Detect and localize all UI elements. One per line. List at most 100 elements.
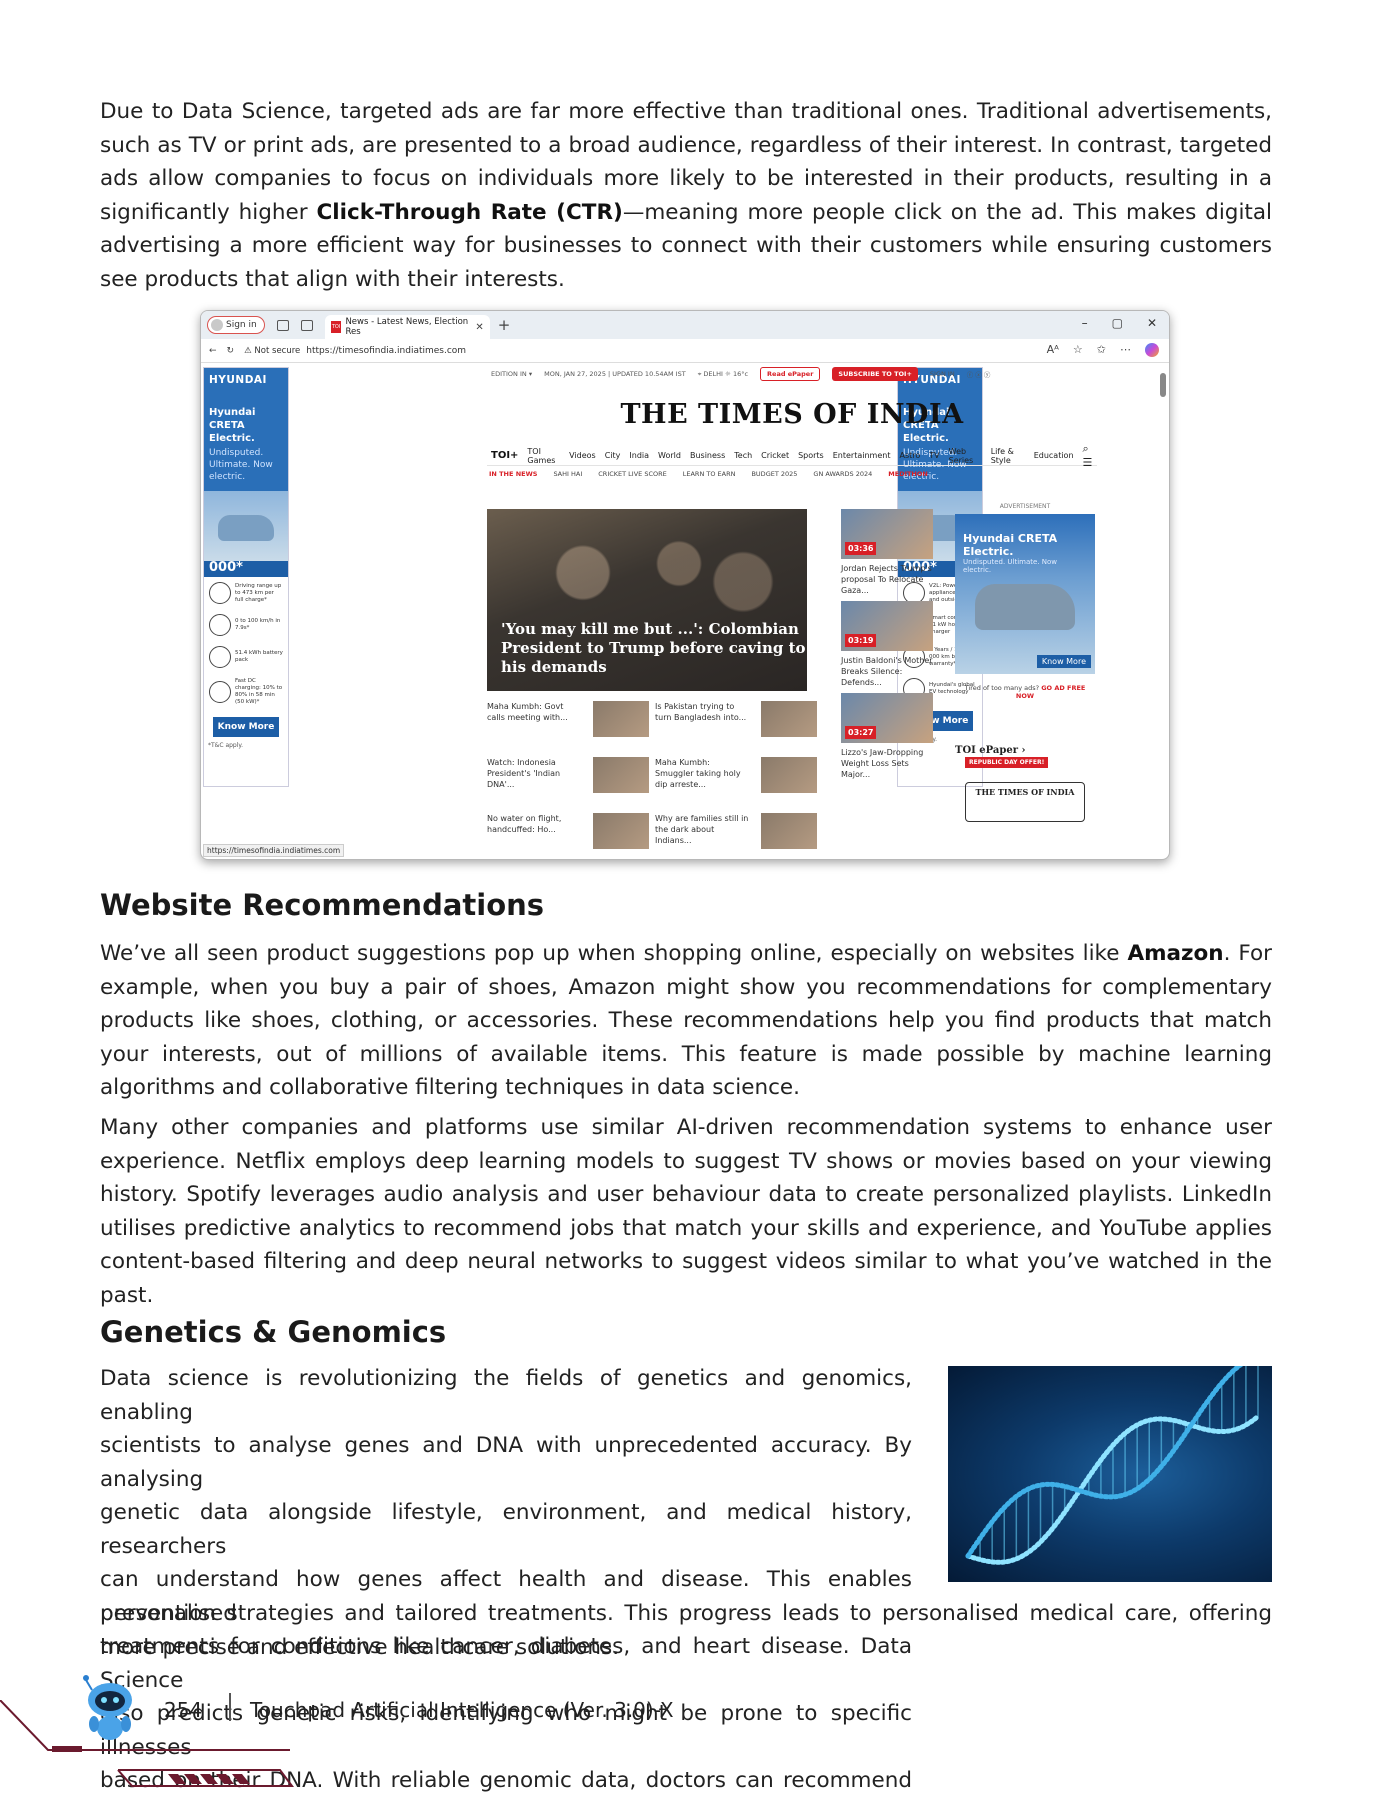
rec-text-1: We’ve all seen product suggestions pop u…: [100, 941, 1128, 966]
subnav-item[interactable]: GN AWARDS 2024: [813, 470, 872, 478]
toi-sign-in-link[interactable]: SIGN IN: [930, 370, 955, 378]
subscribe-button[interactable]: SUBSCRIBE TO TOI+: [832, 367, 918, 381]
nav-item[interactable]: Entertainment: [833, 451, 891, 460]
mini-story[interactable]: Why are families still in the dark about…: [655, 813, 817, 857]
nav-item[interactable]: Tech: [734, 451, 752, 460]
mini-story[interactable]: Maha Kumbh: Smuggler taking holy dip arr…: [655, 757, 817, 801]
car-image: [204, 491, 288, 561]
subnav-item[interactable]: CRICKET LIVE SCORE: [598, 470, 666, 478]
mini-story[interactable]: Maha Kumbh: Govt calls meeting with...: [487, 701, 649, 745]
maximize-icon[interactable]: ▢: [1112, 316, 1123, 330]
toi-plus-logo[interactable]: TOI+: [491, 450, 518, 461]
close-window-icon[interactable]: ✕: [1147, 316, 1157, 330]
hero-story[interactable]: 'You may kill me but ...': Colombian Pre…: [487, 509, 807, 691]
favorite-star-icon[interactable]: ☆: [1073, 343, 1083, 357]
genetics-paragraph-wide: prevention strategies and tailored treat…: [100, 1601, 1272, 1660]
heading-genetics-genomics: Genetics & Genomics: [100, 1315, 447, 1349]
tab-actions-icon[interactable]: [300, 319, 313, 331]
nav-item[interactable]: Sports: [798, 451, 824, 460]
window-controls: – ▢ ✕: [1082, 316, 1157, 330]
search-menu-icon[interactable]: ⌕ ☰: [1083, 442, 1097, 469]
copilot-icon[interactable]: [1145, 343, 1159, 357]
video-story[interactable]: 03:19 Justin Baldoni's Mother Breaks Sile…: [841, 601, 933, 688]
mini-story[interactable]: Is Pakistan trying to turn Bangladesh in…: [655, 701, 817, 745]
feature-accel: 0 to 100 km/h in 7.9s*: [204, 609, 288, 641]
nav-item[interactable]: India: [629, 451, 649, 460]
nav-item[interactable]: TOI Games: [527, 447, 560, 465]
subnav-item[interactable]: MEDITHON: [888, 470, 928, 478]
center-ad-image: Hyundai CRETA Electric. Undisputed. Ulti…: [955, 514, 1095, 674]
intro-paragraph: Due to Data Science, targeted ads are fa…: [100, 95, 1272, 296]
video-story[interactable]: 03:27 Lizzo's Jaw-Dropping Weight Loss Se…: [841, 693, 933, 780]
mini-story-thumb: [761, 813, 817, 849]
not-secure-badge[interactable]: ⚠ Not secure: [244, 346, 300, 356]
nav-item[interactable]: Cricket: [761, 451, 789, 460]
nav-item[interactable]: World: [658, 451, 681, 460]
browser-screenshot: Sign in TOI News - Latest News, Election…: [200, 310, 1170, 860]
read-aloud-icon[interactable]: Aᴬ: [1047, 343, 1059, 357]
epaper-block[interactable]: TOI ePaper › REPUBLIC DAY OFFER! THE TIM…: [955, 745, 1095, 822]
edition-selector[interactable]: EDITION IN ▾: [491, 370, 532, 378]
toi-nav: TOI+ TOI Games Videos City India World Busines…: [487, 442, 1097, 469]
nav-item[interactable]: TV: [929, 451, 939, 460]
center-ad[interactable]: ADVERTISEMENT Hyundai CRETA Electric. Un…: [955, 503, 1095, 703]
tab-title: News - Latest News, Election Res: [345, 317, 469, 337]
toi-masthead[interactable]: THE TIMES OF INDIA: [487, 399, 1097, 430]
mini-story[interactable]: No water on flight, handcuffed: Ho...: [487, 813, 649, 857]
read-epaper-button[interactable]: Read ePaper: [760, 367, 821, 381]
video-story[interactable]: 03:36 Jordan Rejects Trump's proposal To …: [841, 509, 933, 596]
close-tab-icon[interactable]: ✕: [475, 322, 483, 333]
mini-story-text: No water on flight, handcuffed: Ho...: [487, 814, 562, 834]
scrollbar-thumb[interactable]: [1160, 373, 1166, 397]
mini-story-thumb: [593, 701, 649, 737]
left-side-ad[interactable]: HYUNDAI Hyundai CRETA Electric. Undisput…: [203, 367, 289, 787]
subnav-item[interactable]: IN THE NEWS: [489, 470, 537, 478]
subnav-item[interactable]: SAHI HAI: [553, 470, 582, 478]
location[interactable]: ⌖ DELHI ☼ 16°c: [698, 370, 748, 379]
toi-page: EDITION IN ▾ MON, JAN 27, 2025 | UPDATED…: [487, 363, 1097, 859]
toi-top-bar: EDITION IN ▾ MON, JAN 27, 2025 | UPDATED…: [487, 363, 1097, 385]
new-tab-icon[interactable]: +: [498, 316, 511, 334]
video-duration: 03:27: [845, 726, 877, 739]
nav-item[interactable]: Astro: [899, 451, 920, 460]
recommendations-paragraph-2: Many other companies and platforms use s…: [100, 1115, 1272, 1308]
social-icons[interactable]: ⓕ ⓧ ⓨ: [967, 369, 991, 379]
hero-caption: 'You may kill me but ...': Colombian Pre…: [501, 620, 806, 676]
url-field[interactable]: ⚠ Not secure https://timesofindia.indiat…: [244, 346, 466, 356]
browser-tab[interactable]: TOI News - Latest News, Election Res ✕: [324, 315, 490, 339]
nav-item[interactable]: Education: [1034, 451, 1074, 460]
refresh-icon[interactable]: ↻: [227, 346, 235, 356]
subnav-item[interactable]: LEARN TO EARN: [683, 470, 736, 478]
address-bar: ← ↻ ⚠ Not secure https://timesofindia.in…: [201, 339, 1169, 363]
video-title: Justin Baldoni's Mother Breaks Silence: …: [841, 656, 933, 687]
subnav-item[interactable]: BUDGET 2025: [751, 470, 797, 478]
nav-item[interactable]: Business: [690, 451, 725, 460]
edition-label: EDITION: [491, 370, 518, 378]
address-bar-actions: Aᴬ ☆ ✩ ⋯: [1047, 343, 1159, 357]
mini-story[interactable]: Watch: Indonesia President's 'Indian DNA…: [487, 757, 649, 801]
genetics-line: genetic data alongside lifestyle, enviro…: [100, 1500, 912, 1559]
nav-item[interactable]: Web Series: [949, 447, 982, 465]
left-know-more-button[interactable]: Know More: [213, 717, 279, 737]
favorites-icon[interactable]: ✩: [1097, 343, 1106, 357]
nav-item[interactable]: City: [605, 451, 621, 460]
nav-item[interactable]: Videos: [569, 451, 596, 460]
republic-day-badge[interactable]: REPUBLIC DAY OFFER!: [965, 757, 1049, 768]
minimize-icon[interactable]: –: [1082, 316, 1088, 330]
dna-image: [948, 1366, 1272, 1582]
left-ad-banner: HYUNDAI Hyundai CRETA Electric. Undisput…: [204, 368, 288, 561]
ad-label: ADVERTISEMENT: [999, 503, 1051, 510]
center-know-more-button[interactable]: Know More: [1036, 655, 1091, 668]
video-duration: 03:36: [845, 542, 877, 555]
nav-item[interactable]: Life & Style: [991, 447, 1025, 465]
url-text: https://timesofindia.indiatimes.com: [306, 345, 467, 356]
page-number: 254: [164, 1698, 203, 1722]
back-icon[interactable]: ←: [209, 346, 217, 356]
book-title: Touchpad Artificial Intelligence (Ver. 3…: [250, 1698, 674, 1722]
more-icon[interactable]: ⋯: [1120, 343, 1131, 357]
workspaces-icon[interactable]: [276, 319, 289, 331]
browser-sign-in-button[interactable]: Sign in: [207, 316, 265, 334]
feature-battery: 51.4 kWh battery pack: [204, 641, 288, 673]
robot-mascot-icon: [83, 1675, 132, 1740]
sign-in-label: Sign in: [226, 320, 257, 330]
